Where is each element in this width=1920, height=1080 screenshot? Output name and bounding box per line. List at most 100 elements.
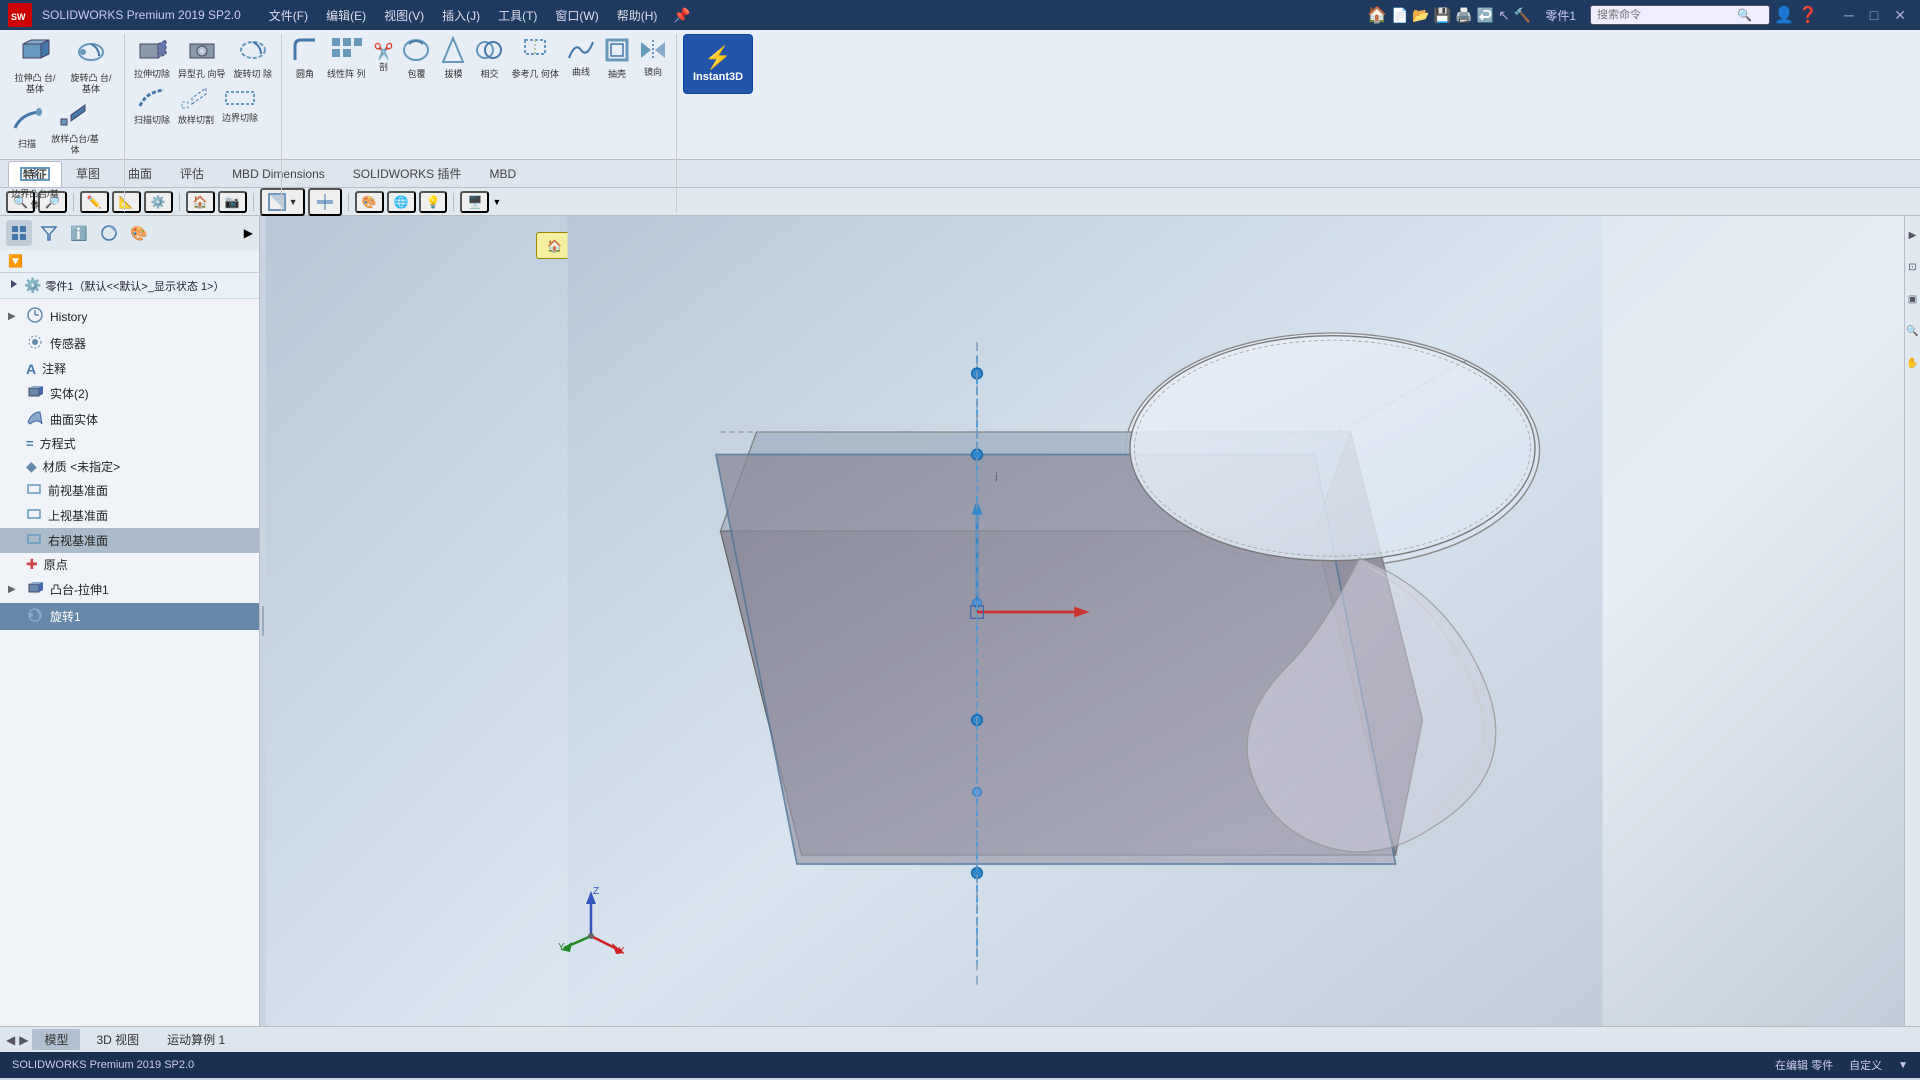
minimize-button[interactable]: ─ (1838, 5, 1860, 26)
menu-insert[interactable]: 插入(J) (434, 5, 488, 26)
status-customize[interactable]: 自定义 (1849, 1057, 1882, 1073)
save-icon[interactable]: 💾 (1434, 7, 1451, 24)
linear-pattern-label: 线性阵 列 (327, 69, 366, 80)
tree-item-top-plane[interactable]: 上视基准面 (0, 503, 259, 528)
print-icon[interactable]: 🖨️ (1455, 7, 1472, 24)
nav-next[interactable]: ▶ (19, 1033, 28, 1047)
tree-item-origin[interactable]: ✚ 原点 (0, 553, 259, 576)
tree-item-equations[interactable]: = 方程式 (0, 432, 259, 455)
hole-wizard-button[interactable]: 异型孔 向导 (175, 34, 229, 82)
user-icon[interactable]: 👤 (1774, 5, 1794, 25)
material-icon: ◆ (26, 458, 37, 475)
intersect-button[interactable]: 相交 (472, 34, 506, 82)
home-icon[interactable]: 🏠 (1367, 5, 1387, 25)
tree-item-revolve1[interactable]: 旋转1 (0, 603, 259, 630)
revolve-cut-button[interactable]: 旋转切 除 (231, 34, 276, 82)
filter-tab[interactable] (36, 220, 62, 246)
ref-geometry-button[interactable]: 参考几 何体 (508, 34, 562, 82)
instant3d-label: Instant3D (693, 71, 743, 83)
filter-icon: 🔽 (8, 254, 23, 268)
menu-view[interactable]: 视图(V) (376, 5, 432, 26)
new-icon[interactable]: 📄 (1391, 7, 1408, 24)
section-button[interactable]: ✂️ 剖 (371, 41, 397, 75)
history-label: History (50, 310, 87, 324)
tree-item-history[interactable]: ▶ History (0, 303, 259, 330)
feature-tree-tab[interactable] (6, 220, 32, 246)
curves-label: 曲线 (572, 67, 590, 78)
boundary-boss-label: 边界凸台/基体 (11, 189, 59, 211)
tree-item-sensors[interactable]: 传感器 (0, 330, 259, 357)
close-button[interactable]: ✕ (1888, 5, 1912, 26)
appearance-tab[interactable]: 🎨 (126, 220, 152, 246)
undo-icon[interactable]: ↩️ (1477, 7, 1494, 24)
shell-label: 抽壳 (608, 69, 626, 80)
status-bar: SOLIDWORKS Premium 2019 SP2.0 在编辑 零件 自定义… (0, 1052, 1920, 1078)
open-icon[interactable]: 📂 (1412, 7, 1429, 24)
fillet-icon (291, 36, 319, 69)
boundary-cut-button[interactable]: 边界切除 (219, 86, 261, 126)
status-dropdown-arrow[interactable]: ▼ (1898, 1060, 1908, 1071)
extrude-cut-button[interactable]: 拉伸切除 (131, 34, 173, 82)
extrude-boss-button[interactable]: 拉伸凸 台/基体 (8, 34, 62, 97)
pin-icon[interactable]: 📌 (667, 5, 696, 26)
instant3d-button[interactable]: ⚡ Instant3D (683, 34, 753, 94)
extrude-cut-icon (136, 36, 168, 69)
expand-arrow[interactable]: ▶ (244, 226, 253, 240)
rebuild-icon[interactable]: 🔨 (1514, 7, 1531, 24)
revolve-boss-button[interactable]: 旋转凸 台/基体 (64, 34, 118, 97)
cursor-icon[interactable]: ↖ (1498, 7, 1510, 24)
rp-view1-icon[interactable]: ⊡ (1906, 252, 1920, 282)
workspace: ℹ️ 🎨 ▶ 🔽 ⚙️ 零件1（默认<<默认>_显示状态 1>） ▶ (0, 216, 1920, 1026)
menu-edit[interactable]: 编辑(E) (318, 5, 374, 26)
menu-window[interactable]: 窗口(W) (547, 5, 606, 26)
draft-label: 拔模 (444, 69, 462, 80)
svg-text:SW: SW (11, 12, 26, 22)
loft-boss-button[interactable]: 放样凸台/基体 (48, 99, 102, 158)
command-search-input[interactable] (1597, 9, 1737, 21)
tree-item-right-plane[interactable]: 右视基准面 (0, 528, 259, 553)
rp-zoom-icon[interactable]: 🔍 (1906, 316, 1920, 346)
revolve-boss-icon (75, 36, 107, 73)
mirror-button[interactable]: 镜向 (636, 36, 670, 80)
command-search[interactable]: 🔍 (1590, 5, 1770, 25)
rp-view2-icon[interactable]: ▣ (1906, 284, 1920, 314)
extrude-cut-label: 拉伸切除 (134, 69, 170, 80)
menu-help[interactable]: 帮助(H) (609, 5, 666, 26)
tab-motion[interactable]: 运动算例 1 (155, 1029, 237, 1050)
boundary-boss-button[interactable]: 边界凸台/基体 (8, 162, 62, 213)
maximize-button[interactable]: □ (1864, 5, 1884, 26)
nav-prev[interactable]: ◀ (6, 1033, 15, 1047)
help-icon[interactable]: ❓ (1798, 5, 1818, 25)
part-header[interactable]: ⚙️ 零件1（默认<<默认>_显示状态 1>） (0, 273, 259, 299)
sweep-cut-button[interactable]: 扫描切除 (131, 84, 173, 128)
window-controls: ─ □ ✕ (1838, 5, 1912, 26)
wrap-button[interactable]: 包覆 (398, 34, 434, 82)
rp-display-icon[interactable]: ▶ (1906, 220, 1920, 250)
tree-item-annotations[interactable]: A 注释 (0, 357, 259, 380)
shell-button[interactable]: 抽壳 (600, 34, 634, 82)
linear-pattern-button[interactable]: 线性阵 列 (324, 34, 369, 82)
expand-icon-history: ▶ (8, 311, 20, 322)
menu-file[interactable]: 文件(F) (261, 5, 316, 26)
loft-cut-button[interactable]: 放样切割 (175, 84, 217, 128)
draft-button[interactable]: 拔模 (436, 34, 470, 82)
viewport[interactable]: 🏠 ▶ 右视基准面 (266, 216, 1904, 1026)
tree-item-material[interactable]: ◆ 材质 <未指定> (0, 455, 259, 478)
properties-tab[interactable]: ℹ️ (66, 220, 92, 246)
fillet-button[interactable]: 圆角 (288, 34, 322, 82)
tree-item-boss-extrude1[interactable]: ▶ 凸台-拉伸1 (0, 576, 259, 603)
tab-3dview[interactable]: 3D 视图 (84, 1029, 151, 1050)
solids-icon (26, 383, 44, 404)
menu-tools[interactable]: 工具(T) (490, 5, 545, 26)
revolve1-label: 旋转1 (50, 608, 81, 625)
display-states-tab[interactable] (96, 220, 122, 246)
tree-item-front-plane[interactable]: 前视基准面 (0, 478, 259, 503)
sweep-button[interactable]: 扫描 (8, 104, 46, 152)
tab-model[interactable]: 模型 (32, 1029, 80, 1050)
sweep-icon (11, 106, 43, 139)
part-icon: ⚙️ (24, 277, 41, 294)
rp-pan-icon[interactable]: ✋ (1906, 348, 1920, 378)
tree-item-solids[interactable]: 实体(2) (0, 380, 259, 407)
curves-button[interactable]: 曲线 (564, 36, 598, 80)
tree-item-surfaces[interactable]: 曲面实体 (0, 407, 259, 432)
